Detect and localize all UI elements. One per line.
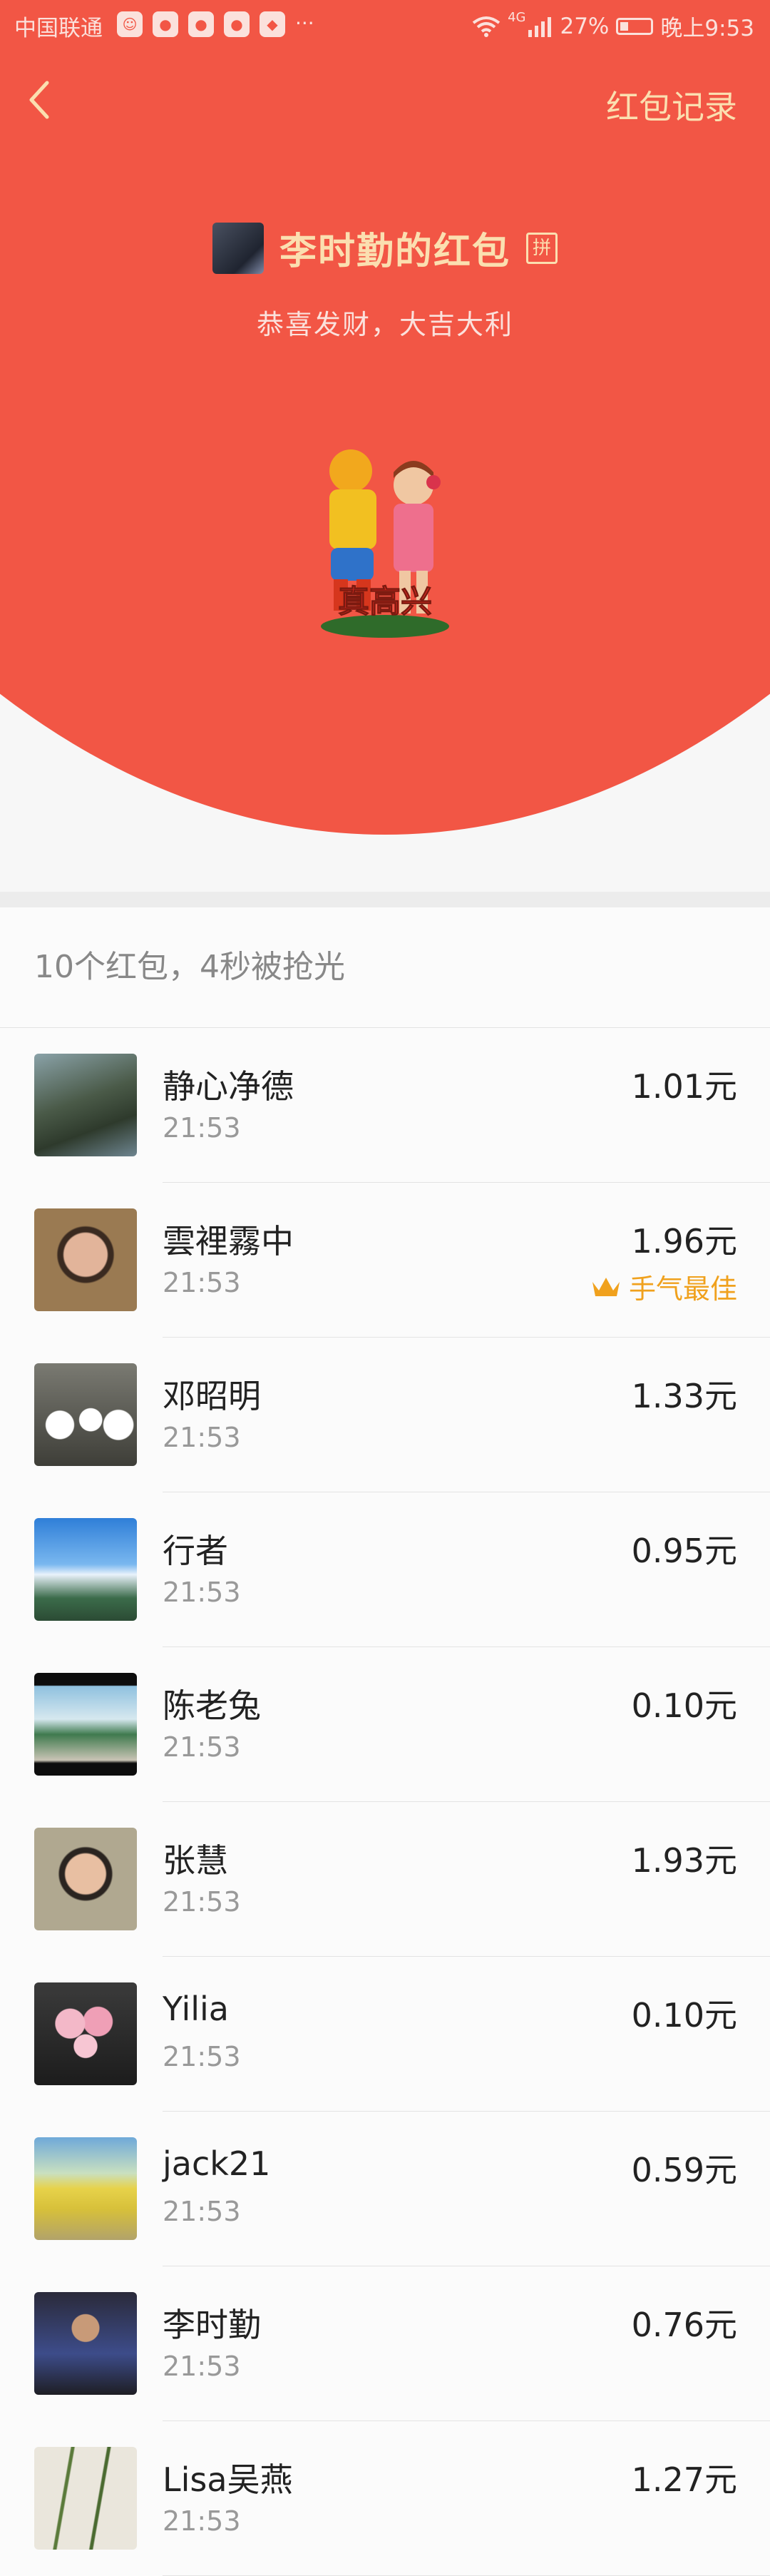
avatar-notification-icon: ☺ xyxy=(117,11,143,37)
claimer-name: 张慧 xyxy=(163,1841,228,1880)
more-notifications: ··· xyxy=(295,11,314,35)
claim-time: 21:53 xyxy=(163,2351,241,2382)
claim-time: 21:53 xyxy=(163,1422,241,1453)
app-notification-icon: ● xyxy=(224,11,250,37)
app-notification-icon: ◆ xyxy=(260,11,285,37)
claim-list: 10个红包，4秒被抢光 静心净德 21:53 1.01元 雲裡霧中 21:53 … xyxy=(0,907,770,2576)
greeting-message: 恭喜发财，大吉大利 xyxy=(256,309,513,340)
sender-packet-title: 李时勤的红包 xyxy=(279,230,510,273)
avatar[interactable] xyxy=(34,1673,137,1776)
app-notification-icon: ● xyxy=(188,11,214,37)
battery-percent: 27% xyxy=(560,13,610,39)
claimer-name: 陈老兔 xyxy=(163,1686,261,1725)
claim-amount: 0.95元 xyxy=(631,1532,737,1570)
claim-time: 21:53 xyxy=(163,1112,241,1144)
claim-time: 21:53 xyxy=(163,2196,241,2227)
clock: 晚上9:53 xyxy=(660,16,754,41)
claim-row[interactable]: 雲裡霧中 21:53 1.96元 手气最佳 xyxy=(0,1183,770,1338)
avatar[interactable] xyxy=(34,1208,137,1311)
claim-time: 21:53 xyxy=(163,1886,241,1918)
claim-time: 21:53 xyxy=(163,2041,241,2072)
claimer-name: Yilia xyxy=(163,1990,229,2028)
avatar[interactable] xyxy=(34,1054,137,1156)
claim-row[interactable]: 邓昭明 21:53 1.33元 xyxy=(0,1338,770,1492)
claim-amount: 1.27元 xyxy=(631,2460,737,2499)
sender-row: 李时勤的红包 拼 xyxy=(0,221,770,275)
claim-row[interactable]: jack21 21:53 0.59元 xyxy=(0,2112,770,2266)
notification-icons: ☺ ● ● ● ◆ ··· xyxy=(117,11,314,37)
claimer-name: 行者 xyxy=(163,1532,228,1570)
claimer-name: Lisa吴燕 xyxy=(163,2460,293,2499)
status-bar: 中国联通 ☺ ● ● ● ◆ ··· 4G 27% 晚上9:53 xyxy=(0,0,770,53)
claim-amount: 1.93元 xyxy=(631,1841,737,1880)
best-luck-badge: 手气最佳 xyxy=(590,1267,737,1306)
red-packet-records-link[interactable]: 红包记录 xyxy=(606,81,737,128)
claim-amount: 0.10元 xyxy=(631,1996,737,2035)
signal-icon xyxy=(528,16,552,37)
best-luck-label: 手气最佳 xyxy=(628,1273,737,1305)
section-divider xyxy=(0,892,770,907)
avatar[interactable] xyxy=(34,2137,137,2240)
wifi-icon xyxy=(472,16,500,37)
avatar[interactable] xyxy=(34,2447,137,2550)
status-right: 4G 27% 晚上9:53 xyxy=(472,10,754,42)
carrier-label: 中国联通 xyxy=(14,16,103,41)
chevron-left-icon xyxy=(29,81,49,119)
claim-amount: 1.33元 xyxy=(631,1377,737,1415)
avatar[interactable] xyxy=(34,1828,137,1930)
claimer-name: 李时勤 xyxy=(163,2306,261,2344)
avatar[interactable] xyxy=(34,1363,137,1466)
crown-icon xyxy=(592,1277,620,1296)
claim-time: 21:53 xyxy=(163,1267,241,1298)
app-notification-icon: ● xyxy=(153,11,178,37)
claim-time: 21:53 xyxy=(163,1731,241,1763)
claim-row[interactable]: 行者 21:53 0.95元 xyxy=(0,1492,770,1647)
claim-row[interactable]: 李时勤 21:53 0.76元 xyxy=(0,2266,770,2421)
claim-amount: 1.01元 xyxy=(631,1067,737,1106)
claim-row[interactable]: 陈老兔 21:53 0.10元 xyxy=(0,1647,770,1802)
red-packet-header: 中国联通 ☺ ● ● ● ◆ ··· 4G 27% 晚上9:53 红包记录 李时… xyxy=(0,0,770,835)
sticker-caption: 真高兴 xyxy=(338,584,432,620)
network-type-label: 4G xyxy=(508,10,526,25)
claim-row[interactable]: 静心净德 21:53 1.01元 xyxy=(0,1028,770,1183)
avatar[interactable] xyxy=(34,1518,137,1621)
battery-icon xyxy=(616,17,654,35)
claim-amount: 0.10元 xyxy=(631,1686,737,1725)
claimer-name: jack21 xyxy=(163,2144,271,2183)
back-button[interactable] xyxy=(26,78,61,128)
claim-summary: 10个红包，4秒被抢光 xyxy=(0,907,770,1028)
claim-row[interactable]: 张慧 21:53 1.93元 xyxy=(0,1802,770,1957)
happy-kids-sticker: 真高兴 xyxy=(321,449,449,638)
claimer-name: 雲裡霧中 xyxy=(163,1222,294,1261)
claim-amount: 0.76元 xyxy=(631,2306,737,2344)
claimer-name: 静心净德 xyxy=(163,1067,294,1106)
claim-time: 21:53 xyxy=(163,1577,241,1608)
claim-amount: 0.59元 xyxy=(631,2151,737,2189)
pin-badge-icon: 拼 xyxy=(526,232,558,264)
claim-time: 21:53 xyxy=(163,2505,241,2537)
avatar[interactable] xyxy=(34,1982,137,2085)
claim-row[interactable]: Lisa吴燕 21:53 1.27元 xyxy=(0,2421,770,2576)
claim-row[interactable]: Yilia 21:53 0.10元 xyxy=(0,1957,770,2112)
sender-avatar[interactable] xyxy=(212,222,264,274)
avatar[interactable] xyxy=(34,2292,137,2395)
battery-level xyxy=(620,21,629,31)
claim-amount: 1.96元 xyxy=(631,1222,737,1261)
claimer-name: 邓昭明 xyxy=(163,1377,261,1415)
